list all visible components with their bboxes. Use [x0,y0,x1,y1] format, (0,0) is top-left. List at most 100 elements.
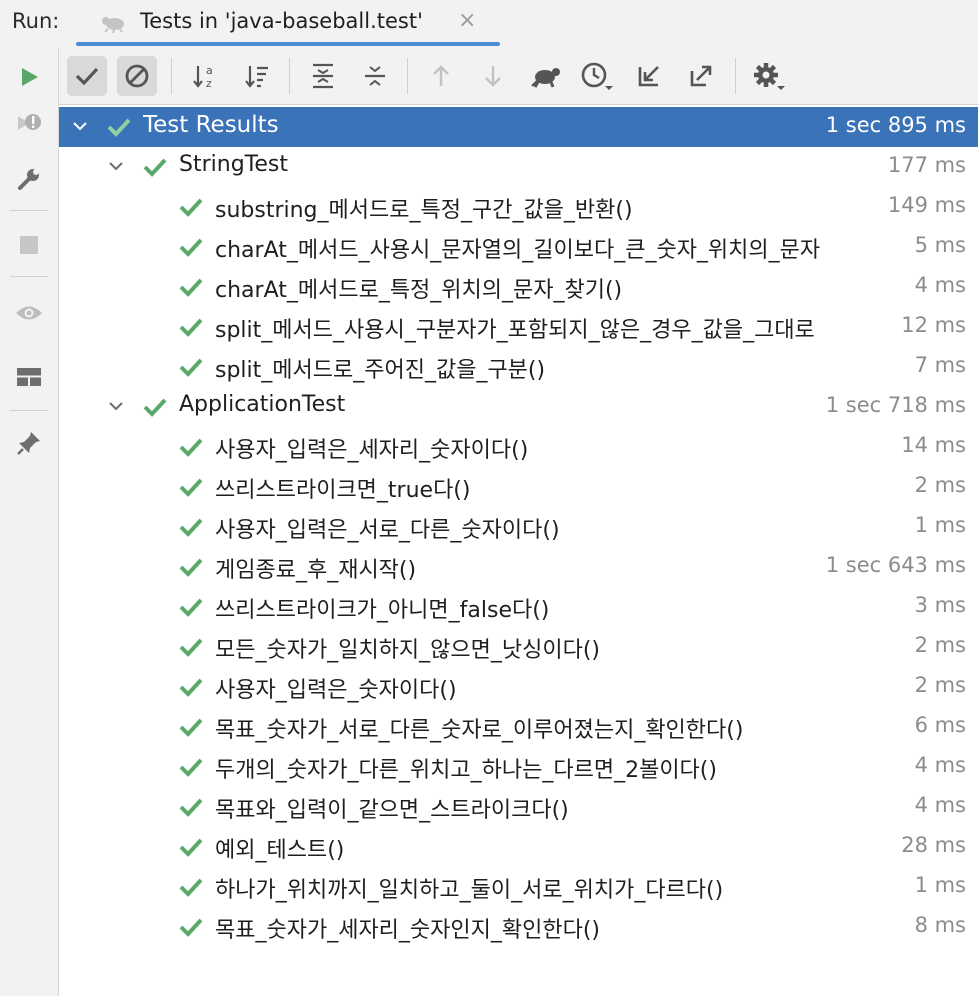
test-method-row[interactable]: split_메서드_사용시_구분자가_포함되지_않은_경우_값을_그대로 12 m… [59,307,978,347]
arrow-up-icon [433,65,449,86]
play-icon [22,68,38,86]
tab-tests[interactable]: Tests in 'java-baseball.test' × [80,0,500,48]
test-method-row[interactable]: charAt_메서드_사용시_문자열의_길이보다_큰_숫자_위치의_문자 5 ms [59,227,978,267]
duration-label: 6 ms [910,713,966,737]
duration-label: 2 ms [910,673,966,697]
test-method-row[interactable]: 예외_테스트() 28 ms [59,827,978,867]
gear-icon [754,63,785,90]
test-method-row[interactable]: substring_메서드로_특정_구간_값을_반환() 149 ms [59,187,978,227]
test-toolbar: a z [59,48,978,105]
import-tests-button[interactable] [525,56,565,96]
label-clip: split_메서드_사용시_구분자가_포함되지_않은_경우_값을_그대로 [215,307,905,347]
test-class-row[interactable]: StringTest 177 ms [59,147,978,187]
sort-alpha-icon: a z [193,64,213,90]
label-clip: 목표_숫자가_세자리_숫자인지_확인한다() [215,907,905,947]
duration-label: 2 ms [910,473,966,497]
tab-active-indicator [76,42,500,46]
tab-title: Tests in 'java-baseball.test' [140,9,423,33]
chevron-down-icon[interactable] [71,117,89,135]
test-method-label: substring_메서드로_특정_구간_값을_반환() [215,198,633,223]
layout-icon [17,368,41,386]
label-clip: charAt_메서드로_특정_위치의_문자_찾기() [215,267,905,307]
eye-icon [16,306,42,320]
run-label: Run: [12,9,60,33]
svg-text:z: z [206,77,212,90]
test-method-row[interactable]: 사용자_입력은_숫자이다() 2 ms [59,667,978,707]
separator [10,210,48,211]
bug-icon [102,17,124,33]
separator [10,410,48,411]
chevron-down-icon[interactable] [107,397,125,415]
label-clip: 하나가_위치까지_일치하고_둘이_서로_위치가_다르다() [215,867,905,907]
root-label: Test Results [143,112,279,138]
collapse-all-button[interactable] [355,56,395,96]
import-button[interactable] [629,56,669,96]
label-clip: StringTest [179,147,819,187]
previous-failed-button[interactable] [421,56,461,96]
settings-menu-button[interactable] [749,56,789,96]
test-method-row[interactable]: 사용자_입력은_세자리_숫자이다() 14 ms [59,427,978,467]
rerun-button[interactable] [10,58,48,96]
test-history-button[interactable] [577,56,617,96]
passed-check-icon [179,758,203,777]
passed-check-icon [179,518,203,537]
test-method-label: 쓰리스트라이크면_true다() [215,478,471,503]
test-method-label: 게임종료_후_재시작() [215,558,417,583]
sort-by-duration-button[interactable] [237,56,277,96]
duration-label: 12 ms [897,313,966,337]
test-method-row[interactable]: 쓰리스트라이크가_아니면_false다() 3 ms [59,587,978,627]
stop-button[interactable] [10,226,48,264]
expand-all-icon [313,63,333,89]
test-method-row[interactable]: 목표_숫자가_세자리_숫자인지_확인한다() 8 ms [59,907,978,947]
separator [407,58,408,94]
test-method-label: 쓰리스트라이크가_아니면_false다() [215,598,550,623]
passed-check-icon [179,918,203,937]
test-method-row[interactable]: 두개의_숫자가_다른_위치고_하나는_다르면_2볼이다() 4 ms [59,747,978,787]
next-failed-button[interactable] [473,56,513,96]
export-button[interactable] [681,56,721,96]
label-clip: 모든_숫자가_일치하지_않으면_낫싱이다() [215,627,905,667]
checkmark-icon [75,67,99,86]
separator [289,58,290,94]
expand-all-button[interactable] [303,56,343,96]
test-method-row[interactable]: 사용자_입력은_서로_다른_숫자이다() 1 ms [59,507,978,547]
label-clip: charAt_메서드_사용시_문자열의_길이보다_큰_숫자_위치의_문자 [215,227,905,267]
label-clip: substring_메서드로_특정_구간_값을_반환() [215,187,905,227]
sort-duration-icon [245,66,268,88]
test-method-row[interactable]: charAt_메서드로_특정_위치의_문자_찾기() 4 ms [59,267,978,307]
test-method-row[interactable]: 쓰리스트라이크면_true다() 2 ms [59,467,978,507]
ignored-icon [125,64,149,88]
test-class-row[interactable]: ApplicationTest 1 sec 718 ms [59,387,978,427]
label-clip: 목표와_입력이_같으면_스트라이크다() [215,787,905,827]
chevron-down-icon[interactable] [107,157,125,175]
test-method-label: 예외_테스트() [215,838,345,863]
show-ignored-toggle[interactable] [117,56,157,96]
duration-label: 5 ms [910,233,966,257]
run-tab-bar: Run: Tests in 'java-baseball.test' × [0,0,978,49]
view-options-button[interactable] [10,294,48,332]
test-method-label: charAt_메서드_사용시_문자열의_길이보다_큰_숫자_위치의_문자 [215,238,821,263]
test-method-row[interactable]: 하나가_위치까지_일치하고_둘이_서로_위치가_다르다() 1 ms [59,867,978,907]
duration-label: 1 sec 718 ms [821,393,966,417]
left-toolbar [0,48,59,996]
pin-icon [17,432,40,455]
layout-button[interactable] [10,358,48,396]
test-method-label: split_메서드로_주어진_값을_구분() [215,358,546,383]
pin-tab-button[interactable] [10,424,48,462]
test-method-label: 사용자_입력은_서로_다른_숫자이다() [215,518,560,543]
settings-button[interactable] [10,160,48,198]
duration-label: 3 ms [910,593,966,617]
test-method-row[interactable]: 목표_숫자가_서로_다른_숫자로_이루어졌는지_확인한다() 6 ms [59,707,978,747]
close-icon[interactable]: × [458,8,476,33]
duration-label: 149 ms [883,193,966,217]
turtle-icon [531,68,560,88]
tree-root-test-results[interactable]: Test Results 1 sec 895 ms [59,107,978,147]
show-passed-toggle[interactable] [67,56,107,96]
test-method-row[interactable]: 목표와_입력이_같으면_스트라이크다() 4 ms [59,787,978,827]
test-method-row[interactable]: 게임종료_후_재시작() 1 sec 643 ms [59,547,978,587]
test-method-row[interactable]: split_메서드로_주어진_값을_구분() 7 ms [59,347,978,387]
rerun-failed-button[interactable] [10,106,48,144]
sort-alphabetically-button[interactable]: a z [185,56,225,96]
test-method-row[interactable]: 모든_숫자가_일치하지_않으면_낫싱이다() 2 ms [59,627,978,667]
label-clip: 사용자_입력은_세자리_숫자이다() [215,427,905,467]
